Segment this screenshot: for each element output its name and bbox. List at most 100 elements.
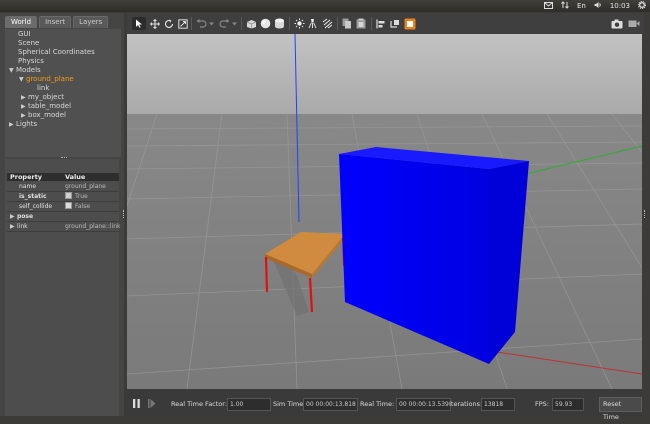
undo-icon[interactable] [195, 17, 207, 30]
status-bar: Real Time Factor: 1.00 Sim Time: 00 00:0… [127, 389, 642, 421]
sim-time-label: Sim Time: [273, 400, 306, 408]
property-name: ▶ link [10, 222, 64, 231]
property-value: ground_plane::link [65, 223, 121, 230]
sim-time-value: 00 00:00:13.818 [303, 398, 358, 411]
system-top-bar: En 10:03 [0, 0, 650, 12]
scale-icon[interactable] [177, 17, 188, 30]
tree-item-models[interactable]: ▼ Models [9, 66, 41, 75]
properties-header: Property Value [7, 173, 119, 181]
property-name: ▶ pose [10, 212, 64, 221]
real-time-label: Real Time: [360, 400, 395, 408]
toolbar [127, 13, 644, 34]
tree-item-physics[interactable]: Physics [18, 57, 44, 66]
splitter-handle[interactable] [61, 157, 67, 161]
pause-icon[interactable] [131, 397, 141, 410]
sphere-shape-icon[interactable] [259, 17, 271, 30]
redo-icon[interactable] [218, 17, 230, 30]
tree-item-gui[interactable]: GUI [18, 30, 31, 39]
fps-label: FPS: [535, 400, 549, 408]
undo-dropdown-chevron-down-icon[interactable] [208, 17, 214, 30]
cylinder-shape-icon[interactable] [273, 17, 285, 30]
left-panel: World Insert Layers GUI Scene Spherical … [0, 13, 124, 416]
sky [127, 34, 642, 116]
tree-item-label: Scene [18, 39, 40, 47]
tree-item-scene[interactable]: Scene [18, 39, 39, 48]
spot-light-icon[interactable] [307, 17, 319, 30]
select-arrow-icon[interactable] [132, 17, 146, 30]
translate-icon[interactable] [149, 17, 160, 30]
value-column-header: Value [65, 173, 86, 181]
box-shape-icon[interactable] [245, 17, 257, 30]
expand-arrow-icon[interactable]: ▶ [21, 111, 28, 120]
expand-arrow-icon[interactable]: ▶ [10, 222, 17, 231]
reset-time-button[interactable]: Reset Time [599, 397, 642, 421]
mail-icon[interactable] [543, 1, 553, 11]
iterations-value: 13818 [481, 398, 515, 411]
property-row-is-static[interactable]: is_static True [7, 192, 119, 202]
real-time-factor-value: 1.00 [227, 398, 271, 411]
iterations-label: Iterations: [449, 400, 483, 408]
checkbox-checked[interactable] [65, 192, 72, 199]
tab-world[interactable]: World [5, 16, 38, 28]
directional-light-icon[interactable] [321, 17, 333, 30]
expand-arrow-icon[interactable]: ▶ [21, 102, 28, 111]
step-icon[interactable] [147, 397, 157, 410]
scene-canvas[interactable] [127, 34, 642, 389]
expand-arrow-icon[interactable]: ▼ [9, 66, 16, 75]
property-label: pose [17, 213, 34, 220]
point-light-icon[interactable] [293, 17, 305, 30]
tree-item-label: box_model [28, 111, 66, 119]
tree-item-ground-plane[interactable]: ▼ ground_plane [19, 75, 74, 84]
property-row-pose[interactable]: ▶ pose [7, 212, 119, 222]
tree-item-link[interactable]: link [37, 84, 49, 93]
real-time-value: 00 00:00:13.539 [396, 398, 451, 411]
tab-insert[interactable]: Insert [39, 16, 72, 28]
tree-item-label: Lights [16, 120, 38, 128]
3d-viewport[interactable] [127, 34, 642, 389]
snap-icon[interactable] [389, 17, 401, 30]
property-row-self-collide[interactable]: self_collide False [7, 202, 119, 212]
fps-value: 59.93 [552, 398, 584, 411]
toolbar-separator [337, 17, 338, 30]
clock[interactable]: 10:03 [610, 2, 630, 10]
tree-item-label: ground_plane [26, 75, 74, 83]
video-record-icon[interactable] [627, 17, 640, 30]
tree-item-box-model[interactable]: ▶ box_model [21, 111, 66, 120]
right-panel-strip [642, 34, 650, 416]
rotate-icon[interactable] [163, 17, 174, 30]
expand-arrow-icon[interactable]: ▶ [9, 120, 16, 129]
tree-item-lights[interactable]: ▶ Lights [9, 120, 37, 129]
tree-item-label: Spherical Coordinates [18, 48, 95, 56]
property-value[interactable]: ground_plane [65, 182, 106, 191]
network-icon[interactable] [561, 1, 569, 11]
property-label: link [17, 223, 28, 230]
screenshot-icon[interactable] [610, 17, 624, 30]
property-column-header: Property [10, 173, 43, 181]
copy-icon[interactable] [341, 17, 353, 30]
record-icon[interactable] [403, 17, 416, 30]
tree-item-label: Models [16, 66, 41, 74]
toolbar-separator [191, 17, 192, 30]
system-tray: En 10:03 [543, 0, 647, 11]
expand-arrow-icon[interactable]: ▼ [19, 75, 26, 84]
tree-item-table-model[interactable]: ▶ table_model [21, 102, 71, 111]
volume-icon[interactable] [594, 1, 602, 11]
paste-icon[interactable] [355, 17, 367, 30]
property-value: True [65, 192, 88, 201]
expand-arrow-icon[interactable]: ▶ [21, 93, 28, 102]
tree-item-label: GUI [18, 30, 31, 38]
redo-dropdown-chevron-down-icon[interactable] [231, 17, 237, 30]
expand-arrow-icon[interactable]: ▶ [10, 212, 17, 221]
align-icon[interactable] [375, 17, 387, 30]
keyboard-layout[interactable]: En [577, 2, 586, 10]
tree-item-spherical-coordinates[interactable]: Spherical Coordinates [18, 48, 95, 57]
gear-icon[interactable] [637, 0, 647, 11]
property-row-name[interactable]: name ground_plane [7, 182, 119, 192]
tab-layers[interactable]: Layers [73, 16, 109, 28]
checkbox-unchecked[interactable] [65, 202, 72, 209]
world-tree: GUI Scene Spherical Coordinates Physics … [5, 29, 121, 157]
tree-item-my-object[interactable]: ▶ my_object [21, 93, 64, 102]
splitter-handle[interactable] [644, 210, 647, 218]
property-row-link[interactable]: ▶ link ground_plane::link [7, 222, 121, 232]
properties-panel: Property Value name ground_plane is_stat… [5, 157, 121, 416]
